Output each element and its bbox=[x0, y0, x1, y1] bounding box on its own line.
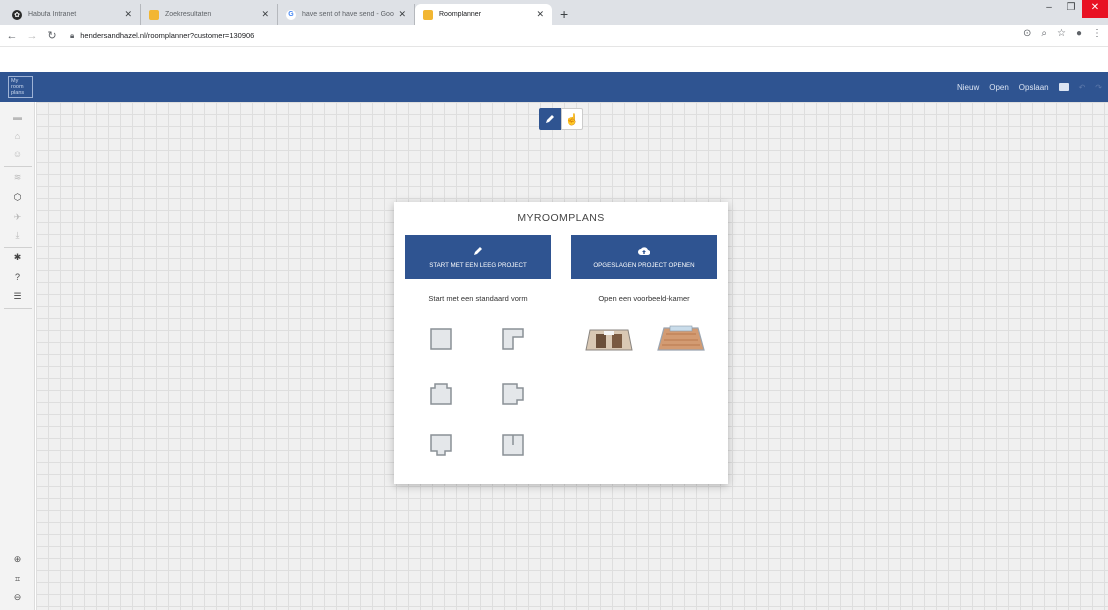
location-icon[interactable]: ⊙ bbox=[1023, 28, 1031, 39]
start-empty-project-button[interactable]: START MET EEN LEEG PROJECT bbox=[405, 235, 551, 279]
url-field[interactable]: 🔒︎ hendersandhazel.nl/roomplanner?custom… bbox=[70, 31, 254, 41]
tab-title: Habufa Intranet bbox=[28, 11, 77, 18]
tab-close-icon[interactable]: ✕ bbox=[261, 9, 269, 20]
reload-icon[interactable]: ↻ bbox=[44, 29, 60, 42]
app-logo[interactable]: My room plans bbox=[8, 76, 33, 98]
google-favicon-icon: G bbox=[286, 9, 296, 20]
browser-addressbar: ← → ↻ 🔒︎ hendersandhazel.nl/roomplanner?… bbox=[0, 25, 1108, 47]
new-tab-button[interactable]: + bbox=[560, 4, 568, 25]
browser-tab[interactable]: ✿ Habufa Intranet ✕ bbox=[4, 4, 141, 25]
cloud-upload-icon bbox=[638, 246, 650, 255]
help-icon[interactable]: ? bbox=[0, 272, 35, 282]
tab-title: Roomplanner bbox=[439, 11, 482, 18]
sidebar-divider bbox=[4, 308, 32, 309]
app-header: My room plans Nieuw Open Opslaan ↶ ↷ bbox=[0, 72, 1108, 102]
user-icon[interactable]: ☺ bbox=[0, 149, 35, 159]
shape-notched-side[interactable] bbox=[502, 383, 524, 405]
undo-icon[interactable]: ↶ bbox=[1079, 83, 1086, 92]
tab-favicon-icon: ✿ bbox=[12, 9, 22, 20]
tab-close-icon[interactable]: ✕ bbox=[124, 9, 132, 20]
start-dialog: MYROOMPLANS START MET EEN LEEG PROJECT O… bbox=[394, 202, 728, 484]
tab-title: Zoekresultaten bbox=[165, 11, 212, 18]
example-room-wood-floor[interactable] bbox=[656, 322, 706, 356]
cube-icon[interactable]: ⬡ bbox=[0, 192, 35, 203]
logo-line: plans bbox=[11, 90, 25, 96]
shape-notched-top[interactable] bbox=[430, 383, 452, 405]
download-icon[interactable]: ⤓ bbox=[0, 230, 35, 241]
fit-screen-icon[interactable]: ⌗ bbox=[0, 574, 35, 585]
browser-tab-active[interactable]: Roomplanner ✕ bbox=[415, 4, 552, 25]
start-empty-project-label: START MET EEN LEEG PROJECT bbox=[429, 261, 527, 269]
url-text: hendersandhazel.nl/roomplanner?customer=… bbox=[80, 31, 255, 40]
pan-mode-button[interactable]: ☝ bbox=[561, 108, 583, 130]
forward-icon[interactable]: → bbox=[24, 30, 40, 42]
menu-open[interactable]: Open bbox=[989, 83, 1009, 92]
tab-favicon-icon bbox=[149, 9, 159, 20]
shapes-heading: Start met een standaard vorm bbox=[428, 294, 528, 303]
window-controls: – ❐ ✕ bbox=[1038, 0, 1108, 18]
example-room-living[interactable] bbox=[584, 322, 634, 356]
plane-icon[interactable]: ✈ bbox=[0, 212, 35, 223]
sidebar-divider bbox=[4, 166, 32, 167]
examples-heading: Open een voorbeeld-kamer bbox=[598, 294, 690, 303]
window-close-icon[interactable]: ✕ bbox=[1082, 0, 1108, 18]
tab-close-icon[interactable]: ✕ bbox=[398, 9, 406, 20]
browser-tabbar: ✿ Habufa Intranet ✕ Zoekresultaten ✕ G h… bbox=[0, 0, 1108, 25]
tool-sidebar: ▬ ⌂ ☺ ≋ ⬡ ✈ ⤓ ✱ ? ☰ ⊕ ⌗ ⊖ bbox=[0, 102, 35, 610]
hand-icon: ☝ bbox=[565, 113, 579, 126]
menu-new[interactable]: Nieuw bbox=[957, 83, 979, 92]
shape-l[interactable] bbox=[502, 328, 524, 350]
furniture-icon[interactable]: ▬ bbox=[0, 112, 35, 122]
home-icon[interactable]: ⌂ bbox=[0, 131, 35, 141]
list-icon[interactable]: ☰ bbox=[0, 291, 35, 302]
open-saved-project-label: OPGESLAGEN PROJECT OPENEN bbox=[593, 261, 695, 269]
open-saved-project-button[interactable]: OPGESLAGEN PROJECT OPENEN bbox=[571, 235, 717, 279]
pencil-icon bbox=[546, 115, 554, 123]
zoom-in-icon[interactable]: ⊕ bbox=[0, 554, 35, 565]
tab-close-icon[interactable]: ✕ bbox=[536, 9, 544, 20]
zoom-icon[interactable]: ⌕ bbox=[1041, 28, 1047, 39]
menu-save[interactable]: Opslaan bbox=[1019, 83, 1049, 92]
tab-favicon-icon bbox=[423, 9, 433, 20]
header-menu: Nieuw Open Opslaan ↶ ↷ bbox=[957, 72, 1108, 102]
browser-tab[interactable]: Zoekresultaten ✕ bbox=[141, 4, 278, 25]
restore-icon[interactable]: ❐ bbox=[1060, 0, 1082, 18]
layers-icon[interactable]: ≋ bbox=[0, 172, 35, 183]
back-icon[interactable]: ← bbox=[4, 30, 20, 42]
mode-switch: ☝ bbox=[539, 108, 583, 130]
minimize-icon[interactable]: – bbox=[1038, 0, 1060, 18]
browser-tab[interactable]: G have sent of have send - Google ✕ bbox=[278, 4, 415, 25]
pencil-icon bbox=[474, 246, 482, 255]
browser-menu-icon[interactable]: ⋮ bbox=[1092, 28, 1102, 39]
zoom-out-icon[interactable]: ⊖ bbox=[0, 592, 35, 603]
shape-notched-bottom[interactable] bbox=[430, 434, 452, 456]
draw-mode-button[interactable] bbox=[539, 108, 561, 130]
account-icon[interactable]: ● bbox=[1076, 28, 1082, 39]
camera-icon[interactable] bbox=[1058, 83, 1069, 91]
redo-icon[interactable]: ↷ bbox=[1095, 83, 1102, 92]
dialog-title: MYROOMPLANS bbox=[517, 212, 605, 224]
shape-square[interactable] bbox=[430, 328, 452, 350]
shape-partition[interactable] bbox=[502, 434, 524, 456]
settings-icon[interactable]: ✱ bbox=[0, 252, 35, 263]
sidebar-divider bbox=[4, 247, 32, 248]
lock-icon: 🔒︎ bbox=[70, 30, 75, 40]
bookmark-star-icon[interactable]: ☆ bbox=[1057, 28, 1066, 39]
tab-title: have sent of have send - Google bbox=[302, 11, 395, 18]
